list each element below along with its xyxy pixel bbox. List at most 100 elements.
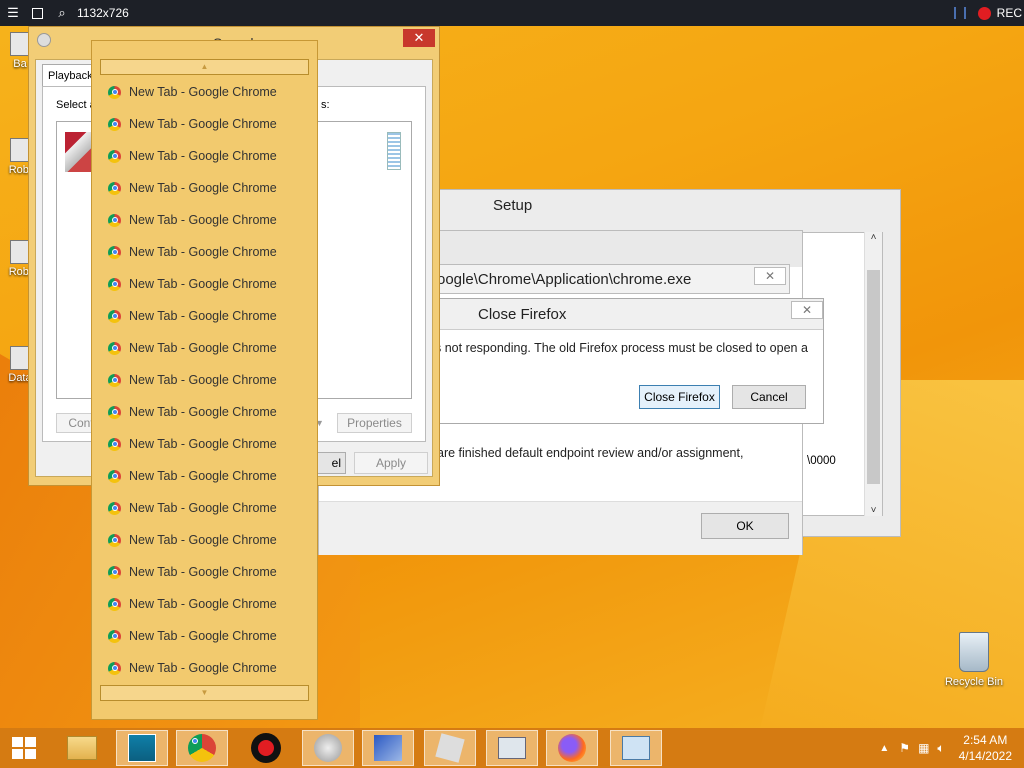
taskbar-app[interactable]: [424, 730, 476, 766]
roblox-icon: [435, 733, 465, 763]
photos-icon: [128, 734, 156, 762]
jump-list-item[interactable]: New Tab - Google Chrome: [108, 402, 277, 422]
close-icon[interactable]: ✕: [754, 267, 786, 285]
setup-message: are finished default endpoint review and…: [437, 446, 744, 460]
scroll-down-icon[interactable]: ˅: [865, 505, 882, 516]
taskbar-app[interactable]: [240, 730, 292, 766]
properties-button[interactable]: Properties: [337, 413, 412, 433]
cancel-button[interactable]: Cancel: [732, 385, 806, 409]
taskbar-app[interactable]: [486, 730, 538, 766]
cancel-button[interactable]: el: [314, 452, 346, 474]
path-popup: oogle\Chrome\Application\chrome.exe ✕: [420, 264, 790, 294]
system-tray: ▲ ⚑ ▦ 🔈︎ 2:54 AM 4/14/2022: [879, 728, 1024, 768]
jump-list-item-label: New Tab - Google Chrome: [129, 565, 277, 579]
recycle-bin-icon: [959, 632, 989, 672]
jump-list-item[interactable]: New Tab - Google Chrome: [108, 178, 277, 198]
scroll-thumb[interactable]: [867, 270, 880, 484]
shortcut-icon: [10, 346, 30, 370]
jump-list-item[interactable]: New Tab - Google Chrome: [108, 210, 277, 230]
jump-list-item[interactable]: New Tab - Google Chrome: [108, 146, 277, 166]
jump-list-item-label: New Tab - Google Chrome: [129, 85, 277, 99]
jump-list-item[interactable]: New Tab - Google Chrome: [108, 594, 277, 614]
chrome-icon: [108, 245, 121, 259]
jump-list-item-label: New Tab - Google Chrome: [129, 533, 277, 547]
jump-list-item[interactable]: New Tab - Google Chrome: [108, 306, 277, 326]
jump-list-item-label: New Tab - Google Chrome: [129, 341, 277, 355]
chrome-icon: [108, 181, 121, 195]
setup-scrollbar[interactable]: ˄ ˅: [864, 232, 882, 516]
network-icon[interactable]: ▦: [918, 741, 929, 755]
scroll-up-icon[interactable]: ˄: [865, 232, 882, 243]
recycle-bin-label: Recycle Bin: [944, 676, 1004, 688]
jump-list-item-label: New Tab - Google Chrome: [129, 469, 277, 483]
recorder-toolbar: ☰ ⌕ 1132x726: [0, 0, 1024, 26]
control-panel-icon: [622, 736, 650, 760]
fullscreen-icon[interactable]: [32, 7, 43, 19]
chrome-icon: [108, 661, 121, 675]
jump-list-item[interactable]: New Tab - Google Chrome: [108, 658, 277, 678]
jump-list-item[interactable]: New Tab - Google Chrome: [108, 466, 277, 486]
chrome-icon: [108, 117, 121, 131]
scroll-down-button[interactable]: ▼: [100, 685, 309, 701]
jump-list-item[interactable]: New Tab - Google Chrome: [108, 338, 277, 358]
recycle-bin[interactable]: Recycle Bin: [936, 632, 1012, 688]
taskbar-app[interactable]: [176, 730, 228, 766]
region-zoom-icon[interactable]: ⌕: [55, 5, 69, 20]
close-icon[interactable]: ✕: [403, 29, 435, 47]
jump-list-item-label: New Tab - Google Chrome: [129, 629, 277, 643]
taskbar-app[interactable]: [610, 730, 662, 766]
jump-list-item[interactable]: New Tab - Google Chrome: [108, 562, 277, 582]
record-dot-icon[interactable]: [977, 6, 991, 20]
jump-list-item[interactable]: New Tab - Google Chrome: [108, 114, 277, 134]
firefox-dialog-message: s not responding. The old Firefox proces…: [435, 341, 808, 355]
chrome-icon: [108, 597, 121, 611]
chrome-icon: [188, 734, 216, 762]
jump-list-item-label: New Tab - Google Chrome: [129, 405, 277, 419]
jump-list-item-label: New Tab - Google Chrome: [129, 245, 277, 259]
apply-button[interactable]: Apply: [354, 452, 428, 474]
chrome-icon: [108, 373, 121, 387]
taskbar-app[interactable]: [362, 730, 414, 766]
chrome-icon: [108, 149, 121, 163]
select-suffix: s:: [321, 99, 330, 111]
record-icon: [251, 733, 281, 763]
chrome-icon: [108, 309, 121, 323]
taskbar-app[interactable]: [56, 730, 108, 766]
jump-list-item-label: New Tab - Google Chrome: [129, 597, 277, 611]
pause-icon[interactable]: [953, 7, 966, 19]
close-icon[interactable]: ✕: [791, 301, 823, 319]
jump-list-item[interactable]: New Tab - Google Chrome: [108, 370, 277, 390]
volume-icon[interactable]: 🔈︎: [937, 741, 944, 756]
jump-list-item[interactable]: New Tab - Google Chrome: [108, 498, 277, 518]
show-hidden-icons[interactable]: ▲: [879, 743, 889, 754]
level-meter: [387, 132, 401, 170]
setup-title: Setup: [493, 197, 533, 214]
chrome-icon: [108, 405, 121, 419]
jump-list-item-label: New Tab - Google Chrome: [129, 181, 277, 195]
shortcut-icon: [10, 138, 30, 162]
taskbar-app[interactable]: [302, 730, 354, 766]
action-center-icon[interactable]: ⚑: [899, 741, 910, 755]
chrome-icon: [108, 341, 121, 355]
jump-list-item[interactable]: New Tab - Google Chrome: [108, 434, 277, 454]
setup-path-tail: \0000: [807, 455, 836, 467]
jump-list-item[interactable]: New Tab - Google Chrome: [108, 82, 277, 102]
close-firefox-button[interactable]: Close Firefox: [639, 385, 720, 409]
jump-list-item[interactable]: New Tab - Google Chrome: [108, 274, 277, 294]
taskbar-app[interactable]: [546, 730, 598, 766]
jump-list-item-label: New Tab - Google Chrome: [129, 373, 277, 387]
rec-label: REC: [996, 6, 1022, 20]
tab-playback[interactable]: Playback: [42, 64, 98, 86]
jump-list-item[interactable]: New Tab - Google Chrome: [108, 242, 277, 262]
menu-icon[interactable]: ☰: [6, 5, 20, 20]
sound-gear-icon: [37, 33, 51, 47]
taskbar-app[interactable]: [116, 730, 168, 766]
jump-list-item[interactable]: New Tab - Google Chrome: [108, 530, 277, 550]
scroll-up-button[interactable]: ▲: [100, 59, 309, 75]
jump-list-item[interactable]: New Tab - Google Chrome: [108, 626, 277, 646]
chrome-window-list: ▲ New Tab - Google Chrome New Tab - Googl…: [91, 40, 318, 720]
clock[interactable]: 2:54 AM 4/14/2022: [959, 732, 1012, 764]
recorder-controls: REC: [953, 0, 1024, 26]
start-button[interactable]: [0, 730, 48, 766]
ok-button[interactable]: OK: [701, 513, 789, 539]
